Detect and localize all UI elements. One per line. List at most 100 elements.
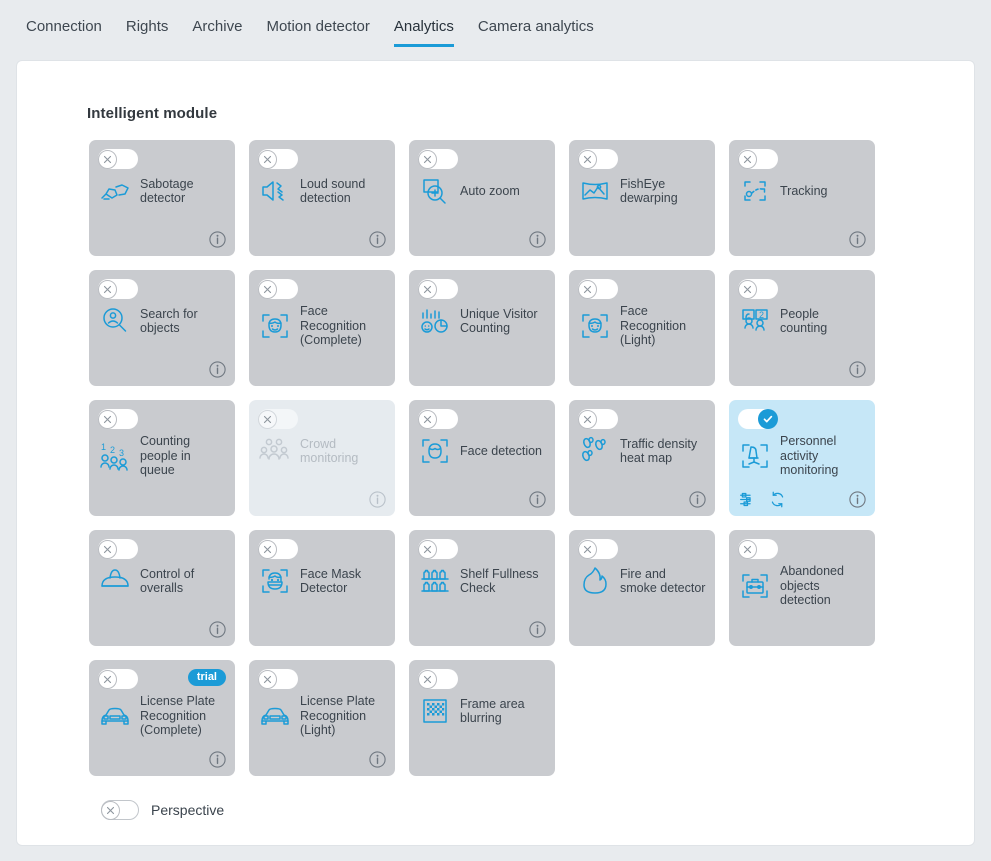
tab-archive[interactable]: Archive <box>180 18 254 47</box>
module-toggle[interactable] <box>98 539 138 559</box>
module-card[interactable]: trial License Plate Recognition (Complet… <box>89 660 235 776</box>
module-toggle[interactable] <box>418 539 458 559</box>
module-card[interactable]: Face Recognition (Complete) <box>249 270 395 386</box>
tab-analytics[interactable]: Analytics <box>382 18 466 47</box>
module-card[interactable]: Shelf Fullness Check <box>409 530 555 646</box>
info-icon[interactable] <box>689 491 706 508</box>
module-body: Frame area blurring <box>418 694 546 728</box>
info-icon[interactable] <box>849 491 866 508</box>
module-card[interactable]: Face detection <box>409 400 555 516</box>
module-label: License Plate Recognition (Complete) <box>140 694 216 737</box>
module-toggle[interactable] <box>258 279 298 299</box>
module-toggle[interactable] <box>578 539 618 559</box>
module-card[interactable]: FishEye dewarping <box>569 140 715 256</box>
module-toggle[interactable] <box>738 149 778 169</box>
module-toggle[interactable] <box>98 279 138 299</box>
module-label: Face Recognition (Complete) <box>300 304 367 347</box>
people-counting-icon: 2 <box>738 304 772 338</box>
module-body: Shelf Fullness Check <box>418 564 546 598</box>
perspective-toggle[interactable] <box>101 800 139 820</box>
info-icon[interactable] <box>209 231 226 248</box>
toggle-off-icon <box>98 409 117 429</box>
module-card[interactable]: Unique Visitor Counting <box>409 270 555 386</box>
toggle-off-icon <box>98 539 117 559</box>
module-toggle[interactable] <box>418 149 458 169</box>
toggle-off-icon <box>98 279 117 299</box>
info-icon[interactable] <box>369 491 386 508</box>
module-card[interactable]: 2 People counting <box>729 270 875 386</box>
module-toggle[interactable] <box>98 669 138 689</box>
face-detection-icon <box>418 434 452 468</box>
toggle-off-icon <box>101 800 120 820</box>
module-body: Tracking <box>738 174 866 208</box>
toggle-check-icon <box>758 409 778 429</box>
abandoned-objects-icon <box>738 569 772 603</box>
module-card[interactable]: Tracking <box>729 140 875 256</box>
module-card[interactable]: Auto zoom <box>409 140 555 256</box>
module-card[interactable]: Frame area blurring <box>409 660 555 776</box>
info-icon[interactable] <box>849 361 866 378</box>
module-label: Abandoned objects detection <box>780 564 844 607</box>
module-toggle[interactable] <box>258 409 298 429</box>
info-icon[interactable] <box>209 621 226 638</box>
tab-camera-analytics[interactable]: Camera analytics <box>466 18 606 47</box>
toggle-off-icon <box>578 539 597 559</box>
loud-sound-icon <box>258 174 292 208</box>
toggle-off-icon <box>418 539 437 559</box>
module-toggle[interactable] <box>738 539 778 559</box>
module-toggle[interactable] <box>258 149 298 169</box>
perspective-label: Perspective <box>151 802 225 818</box>
module-toggle[interactable] <box>738 409 778 429</box>
module-toggle[interactable] <box>418 669 458 689</box>
module-body: Crowd monitoring <box>258 434 386 468</box>
toggle-off-icon <box>258 279 277 299</box>
info-icon[interactable] <box>529 231 546 248</box>
module-card[interactable]: License Plate Recognition (Light) <box>249 660 395 776</box>
module-card[interactable]: Control of overalls <box>89 530 235 646</box>
info-icon[interactable] <box>369 231 386 248</box>
info-icon[interactable] <box>529 621 546 638</box>
module-body: Abandoned objects detection <box>738 564 866 608</box>
module-card[interactable]: Fire and smoke detector <box>569 530 715 646</box>
module-toggle[interactable] <box>578 409 618 429</box>
module-toggle[interactable] <box>98 149 138 169</box>
info-icon[interactable] <box>209 361 226 378</box>
refresh-icon[interactable] <box>769 491 786 508</box>
module-toggle[interactable] <box>578 279 618 299</box>
module-card[interactable]: Face Mask Detector <box>249 530 395 646</box>
info-icon[interactable] <box>369 751 386 768</box>
perspective-row[interactable]: Perspective <box>101 800 974 820</box>
shelf-fullness-icon <box>418 564 452 598</box>
toggle-off-icon <box>418 409 437 429</box>
module-body: Face Recognition (Light) <box>578 304 706 348</box>
module-body: License Plate Recognition (Complete) <box>98 694 226 738</box>
module-card[interactable]: Abandoned objects detection <box>729 530 875 646</box>
settings-sliders-icon[interactable] <box>739 491 756 508</box>
tab-motion-detector[interactable]: Motion detector <box>254 18 381 47</box>
module-toggle[interactable] <box>578 149 618 169</box>
module-card[interactable]: 123 Counting people in queue <box>89 400 235 516</box>
module-toggle[interactable] <box>418 279 458 299</box>
toggle-off-icon <box>578 149 597 169</box>
module-toggle[interactable] <box>258 539 298 559</box>
module-toggle[interactable] <box>258 669 298 689</box>
module-card[interactable]: Traffic density heat map <box>569 400 715 516</box>
module-toggle[interactable] <box>98 409 138 429</box>
module-card[interactable]: Crowd monitoring <box>249 400 395 516</box>
module-card[interactable]: Face Recognition (Light) <box>569 270 715 386</box>
toggle-off-icon <box>418 279 437 299</box>
module-label: Personnel activity monitoring <box>780 434 839 477</box>
tab-rights[interactable]: Rights <box>114 18 181 47</box>
module-card[interactable]: Sabotage detector <box>89 140 235 256</box>
info-icon[interactable] <box>529 491 546 508</box>
module-label: Crowd monitoring <box>300 436 359 466</box>
info-icon[interactable] <box>849 231 866 248</box>
tab-connection[interactable]: Connection <box>14 18 114 47</box>
module-toggle[interactable] <box>738 279 778 299</box>
counting-queue-icon: 123 <box>98 439 132 473</box>
info-icon[interactable] <box>209 751 226 768</box>
module-card[interactable]: Loud sound detection <box>249 140 395 256</box>
module-card[interactable]: Search for objects <box>89 270 235 386</box>
module-card[interactable]: Personnel activity monitoring <box>729 400 875 516</box>
module-toggle[interactable] <box>418 409 458 429</box>
